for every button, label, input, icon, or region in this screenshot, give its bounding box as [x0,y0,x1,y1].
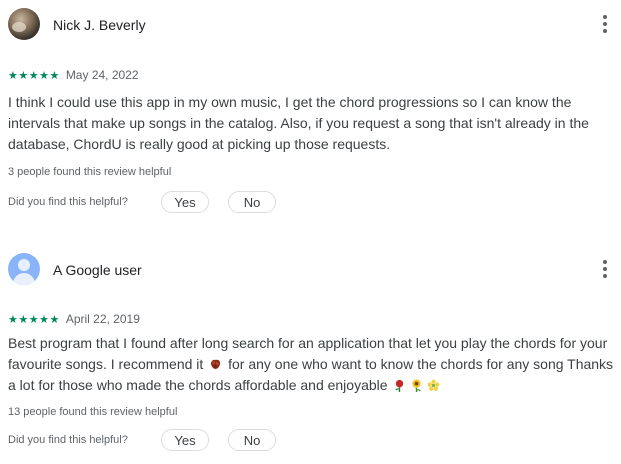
yes-button[interactable]: Yes [161,191,209,213]
review-meta: ★★★★★ May 24, 2022 [8,68,139,82]
more-vert-icon[interactable] [603,15,607,33]
no-button[interactable]: No [228,191,276,213]
yes-button[interactable]: Yes [161,429,209,451]
helpful-count: 3 people found this review helpful [8,166,172,178]
reviews-list: Nick J. Beverly ★★★★★ May 24, 2022 I thin… [0,0,621,464]
avatar [8,8,40,40]
star-rating: ★★★★★ [8,70,60,82]
rose-emoji [395,379,404,392]
helpful-feedback: Did you find this helpful? Yes No [8,429,408,453]
helpful-question: Did you find this helpful? [8,434,128,446]
generic-user-icon [8,253,40,285]
helpful-question: Did you find this helpful? [8,196,128,208]
reviewer-name: Nick J. Beverly [53,17,146,33]
helpful-feedback: Did you find this helpful? Yes No [8,191,408,215]
review-text: I think I could use this app in my own m… [8,94,589,152]
bouquet-emoji [211,359,221,370]
helpful-count: 13 people found this review helpful [8,406,178,418]
review-date: April 22, 2019 [65,312,140,326]
more-vert-icon[interactable] [603,260,607,278]
review-text: Best program that I found after long sea… [8,333,614,396]
blossom-emoji [428,379,440,391]
review-header: Nick J. Beverly [8,8,613,48]
review-header: A Google user [8,253,613,293]
no-button[interactable]: No [228,429,276,451]
sunflower-emoji [412,379,422,392]
star-rating: ★★★★★ [8,314,60,326]
review-date: May 24, 2022 [65,68,139,82]
review-meta: ★★★★★ April 22, 2019 [8,312,140,326]
reviewer-name: A Google user [53,262,142,278]
